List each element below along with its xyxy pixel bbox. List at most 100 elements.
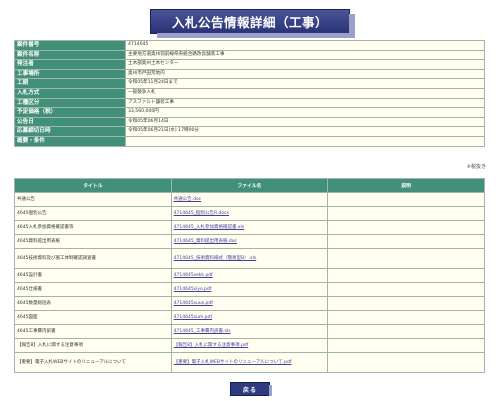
project-info-table: 案件番号 4714645 案件名称 主要地方道奥州羽前線県央統合路改良舗装工事 発注者土… — [14, 40, 485, 147]
attachment-title: 【報告8】入札に関する注意事項 — [14, 338, 172, 353]
attachment-file-link[interactable]: 4714645siyo.pdf — [174, 287, 212, 292]
info-value: アスファルト舗装工事 — [125, 97, 485, 109]
attachment-file-cell: 4714645suus.pdf — [170, 296, 329, 311]
info-value: 4714645 — [125, 40, 485, 51]
attachment-row: 4645技術資料及び施工体制確認調査書 4714645_技術資料様式（簡易型B）.… — [14, 248, 485, 269]
col-title: タイトル — [14, 178, 172, 193]
attachment-file-link[interactable]: 4714645sekk.pdf — [174, 273, 213, 278]
attachment-file-link[interactable]: 4714645_工事費内訳書.xls — [174, 329, 231, 334]
info-label: 公告日 — [14, 116, 126, 128]
attachment-description — [327, 310, 485, 325]
attachment-file-cell: 【重要】電子入札WEBサイトのリニューアルについて.pdf — [170, 352, 329, 373]
attachment-title: 4645仕様書 — [14, 282, 172, 297]
info-label: 工期 — [14, 78, 126, 89]
attachment-file-link[interactable]: 4714645_資料提出用表紙.doc — [174, 239, 237, 244]
attachment-file-link[interactable]: 共通公告.doc — [174, 197, 202, 202]
attachment-row: 【重要】電子入札WEBサイトのリニューアルについて 【重要】電子入札WEBサイトの… — [14, 352, 485, 373]
attachment-title: 4645工事費内訳書 — [14, 324, 172, 339]
info-row: 工種区分 アスファルト舗装工事 — [14, 97, 485, 109]
attachment-description — [327, 268, 485, 283]
attachment-title: 4645個別公告 — [14, 206, 172, 221]
info-row: 応募締切日時 令和05年06月21日(水) 17時00分 — [14, 126, 485, 137]
info-value: 令和05年06月21日(水) 17時00分 — [125, 126, 485, 137]
attachment-row: 4645資料提出用表紙 4714645_資料提出用表紙.doc — [14, 234, 485, 249]
info-row: 案件番号 4714645 — [14, 40, 485, 51]
info-row: 案件名称 主要地方道奥州羽前線県央統合路改良舗装工事 — [14, 49, 485, 61]
attachment-title: 4645数量総括表 — [14, 296, 172, 311]
attachment-description — [327, 234, 485, 249]
attachment-description — [327, 338, 485, 353]
info-row: 概要・条件 — [14, 135, 485, 147]
attachment-row: 4645図面 4714645zum.pdf — [14, 310, 485, 325]
attachment-row: 4645個別公告 4714645_個別公告R.docx — [14, 206, 485, 221]
attachment-row: 4645仕様書 4714645siyo.pdf — [14, 282, 485, 297]
attachment-file-cell: 4714645siyo.pdf — [170, 282, 329, 297]
attachment-file-link[interactable]: 4714645_入札参加資格確認書.xls — [174, 225, 244, 230]
attachment-file-cell: 4714645zum.pdf — [170, 310, 329, 325]
attachment-description — [327, 282, 485, 297]
attachments-table: タイトル ファイル名 説明 共通公告 共通公告.doc 4645個別公告 471464… — [14, 178, 485, 373]
attachment-row: 4645工事費内訳書 4714645_工事費内訳書.xls — [14, 324, 485, 339]
col-desc: 説明 — [327, 178, 485, 193]
info-label: 発注者 — [14, 59, 126, 70]
info-label: 案件名称 — [14, 49, 126, 61]
info-row: 工期 令和05年11月24日まで — [14, 78, 485, 89]
attachment-file-link[interactable]: 4714645zum.pdf — [174, 315, 212, 320]
attachment-file-cell: 【報告8】入札に関する注意事項.pdf — [170, 338, 329, 353]
info-value — [125, 135, 485, 147]
attachment-file-link[interactable]: 【報告8】入札に関する注意事項.pdf — [174, 343, 249, 348]
back-button[interactable]: 戻る — [230, 382, 272, 396]
attachment-title: 【重要】電子入札WEBサイトのリニューアルについて — [14, 352, 172, 373]
attachment-title: 4645技術資料及び施工体制確認調査書 — [14, 248, 172, 269]
attachment-file-link[interactable]: 4714645suus.pdf — [174, 301, 213, 306]
attachment-file-cell: 4714645_入札参加資格確認書.xls — [170, 220, 329, 235]
info-value: 奥州市戸田荒地内 — [125, 68, 485, 80]
attachment-file-cell: 4714645sekk.pdf — [170, 268, 329, 283]
info-value: 33,560,000円 — [125, 107, 485, 118]
info-value: 土木部奥州土木センター — [125, 59, 485, 70]
info-row: 入札方式 一般競争入札 — [14, 87, 485, 99]
attachment-row: 4645数量総括表 4714645suus.pdf — [14, 296, 485, 311]
info-row: 発注者 土木部奥州土木センター — [14, 59, 485, 70]
info-value: 一般競争入札 — [125, 87, 485, 99]
info-label: 工事場所 — [14, 68, 126, 80]
attachment-title: 4645図面 — [14, 310, 172, 325]
attachment-description — [327, 248, 485, 269]
col-file: ファイル名 — [170, 178, 329, 193]
attachment-description — [327, 206, 485, 221]
info-value: 主要地方道奥州羽前線県央統合路改良舗装工事 — [125, 49, 485, 61]
page-title: 入札公告情報詳細（工事） — [171, 15, 328, 30]
attachment-description — [327, 352, 485, 373]
tax-note: ※税抜き — [466, 164, 486, 170]
info-label: 案件番号 — [14, 40, 126, 51]
info-row: 予定価格（税） 33,560,000円 — [14, 107, 485, 118]
attachment-row: 4645入札参加資格確認書等 4714645_入札参加資格確認書.xls — [14, 220, 485, 235]
info-label: 予定価格（税） — [14, 107, 126, 118]
attachment-file-cell: 共通公告.doc — [170, 192, 329, 207]
attachment-file-link[interactable]: 【重要】電子入札WEBサイトのリニューアルについて.pdf — [174, 360, 292, 365]
attachments-header-row: タイトル ファイル名 説明 — [14, 178, 485, 193]
attachment-file-cell: 4714645_技術資料様式（簡易型B）.xls — [170, 248, 329, 269]
attachment-row: 共通公告 共通公告.doc — [14, 192, 485, 207]
attachment-description — [327, 324, 485, 339]
attachment-row: 【報告8】入札に関する注意事項 【報告8】入札に関する注意事項.pdf — [14, 338, 485, 353]
info-row: 工事場所 奥州市戸田荒地内 — [14, 68, 485, 80]
info-label: 入札方式 — [14, 87, 126, 99]
info-value: 令和05年06月14日 — [125, 116, 485, 128]
info-label: 工種区分 — [14, 97, 126, 109]
attachment-title: 4645設計書 — [14, 268, 172, 283]
attachment-file-cell: 4714645_工事費内訳書.xls — [170, 324, 329, 339]
attachment-title: 4645入札参加資格確認書等 — [14, 220, 172, 235]
page-title-banner: 入札公告情報詳細（工事） — [150, 9, 355, 38]
attachment-description — [327, 220, 485, 235]
attachment-title: 共通公告 — [14, 192, 172, 207]
attachment-title: 4645資料提出用表紙 — [14, 234, 172, 249]
attachment-description — [327, 192, 485, 207]
info-row: 公告日 令和05年06月14日 — [14, 116, 485, 128]
info-label: 応募締切日時 — [14, 126, 126, 137]
attachment-file-link[interactable]: 4714645_技術資料様式（簡易型B）.xls — [174, 256, 257, 261]
attachment-file-link[interactable]: 4714645_個別公告R.docx — [174, 211, 229, 216]
attachment-file-cell: 4714645_資料提出用表紙.doc — [170, 234, 329, 249]
attachment-file-cell: 4714645_個別公告R.docx — [170, 206, 329, 221]
info-value: 令和05年11月24日まで — [125, 78, 485, 89]
